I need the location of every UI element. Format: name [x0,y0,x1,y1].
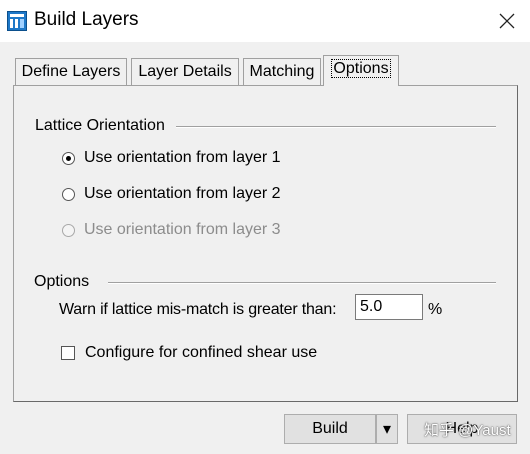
close-button[interactable] [484,0,530,42]
radio-orientation-layer-1[interactable]: Use orientation from layer 1 [62,149,281,167]
radio-button[interactable] [62,187,75,201]
lattice-group-divider [176,126,496,128]
chevron-down-icon: ▾ [382,421,392,438]
confined-shear-checkbox[interactable] [61,346,75,360]
tab-matching[interactable]: Matching [243,58,321,85]
tab-label: Define Layers [21,63,121,80]
radio-label: Use orientation from layer 3 [84,221,281,238]
window-title: Build Layers [34,9,139,30]
tab-label: Matching [249,63,315,80]
radio-label: Use orientation from layer 2 [84,185,281,202]
radio-orientation-layer-2[interactable]: Use orientation from layer 2 [62,185,281,203]
options-group-divider [108,282,496,284]
mismatch-warning-label: Warn if lattice mis-match is greater tha… [59,301,337,318]
tab-layer-details[interactable]: Layer Details [131,58,239,85]
tab-label: Layer Details [138,63,232,80]
build-button-label: Build [312,420,348,437]
radio-button [62,223,75,237]
title-bar: Build Layers [0,0,530,42]
radio-orientation-layer-3: Use orientation from layer 3 [62,221,281,239]
tab-define-layers[interactable]: Define Layers [15,58,127,85]
confined-shear-label: Configure for confined shear use [85,344,318,361]
close-icon [499,13,515,29]
tab-label: Options [331,59,391,78]
build-dropdown-button[interactable]: ▾ [376,414,398,444]
confined-shear-option[interactable]: Configure for confined shear use [61,344,317,362]
lattice-orientation-label: Lattice Orientation [35,117,165,134]
percent-unit-label: % [428,301,443,318]
tab-options[interactable]: Options [323,55,399,86]
radio-label: Use orientation from layer 1 [84,149,281,166]
options-group-label: Options [34,273,90,290]
mismatch-threshold-input[interactable] [355,294,423,320]
radio-button[interactable] [62,151,75,165]
build-button[interactable]: Build [284,414,376,444]
options-panel: Lattice Orientation Use orientation from… [13,85,518,402]
app-icon [7,11,27,31]
watermark: 知乎 @Yaust [424,422,511,439]
